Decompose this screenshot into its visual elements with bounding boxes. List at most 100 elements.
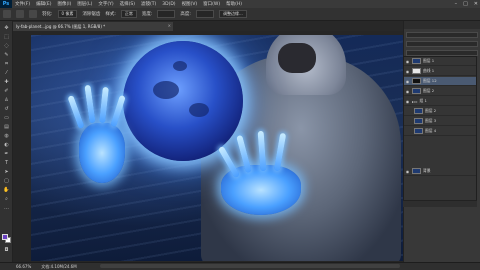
- visibility-eye-icon[interactable]: ◉: [405, 99, 410, 104]
- menu-edit[interactable]: 编辑(E): [33, 1, 54, 7]
- style-label: 样式:: [105, 12, 116, 17]
- blend-mode-select[interactable]: [406, 32, 478, 38]
- document-image[interactable]: [31, 35, 405, 261]
- close-icon[interactable]: ✕: [474, 1, 478, 7]
- clone-stamp-icon[interactable]: ♙: [3, 97, 10, 103]
- layer-thumbnail: [414, 128, 423, 134]
- layer-row[interactable]: ◉ 图层 1: [404, 57, 476, 66]
- eraser-icon[interactable]: ▭: [3, 115, 10, 121]
- visibility-eye-icon[interactable]: ◉: [405, 89, 410, 94]
- hand-icon[interactable]: ✋: [3, 187, 10, 193]
- horizontal-scrollbar[interactable]: [100, 264, 400, 268]
- layer-row[interactable]: ◉ 背景: [404, 167, 476, 176]
- planet-crater: [173, 61, 187, 71]
- quick-select-icon[interactable]: ✎: [3, 52, 10, 58]
- document-tab[interactable]: ly-fab-planet...jpg @ 66.7% (图层 1, RGB/8…: [13, 22, 173, 31]
- layer-name: 背景: [423, 168, 431, 173]
- layer-name: 图层 4: [425, 128, 437, 133]
- dodge-icon[interactable]: ◐: [3, 142, 10, 148]
- layer-row-selected[interactable]: ◉ 图层 12: [404, 77, 476, 86]
- face-shadow: [278, 43, 316, 73]
- photoshop-logo: Ps: [0, 0, 12, 8]
- layer-row[interactable]: 图层 4: [404, 127, 476, 136]
- menu-type[interactable]: 文字(Y): [95, 1, 116, 7]
- refine-edge-button[interactable]: 调整边缘...: [218, 10, 247, 18]
- document-tab-title: ly-fab-planet...jpg @ 66.7% (图层 1, RGB/8…: [16, 24, 106, 29]
- shape-icon[interactable]: ▢: [3, 178, 10, 184]
- glowing-planet: [123, 41, 243, 161]
- canvas-area[interactable]: [13, 31, 405, 262]
- minimize-icon[interactable]: –: [455, 1, 458, 7]
- layer-row[interactable]: 图层 3: [404, 117, 476, 126]
- layer-row[interactable]: ◉ 曲线 1: [404, 67, 476, 76]
- blur-icon[interactable]: ◍: [3, 133, 10, 139]
- planet-crater: [153, 81, 179, 99]
- layer-name: 组 1: [419, 98, 427, 103]
- layer-row[interactable]: 图层 2: [404, 107, 476, 116]
- visibility-eye-icon[interactable]: ◉: [405, 69, 410, 74]
- menu-filter[interactable]: 滤镜(T): [138, 1, 159, 7]
- layers-footer-toolbar: [403, 200, 477, 207]
- layer-thumbnail: [412, 68, 421, 74]
- menu-help[interactable]: 帮助(H): [223, 1, 245, 7]
- move-tool-icon[interactable]: ✥: [3, 25, 10, 31]
- menu-layer[interactable]: 图层(L): [74, 1, 95, 7]
- height-label: 高度:: [180, 12, 191, 17]
- options-bar: 羽化: 0 像素 消除锯齿 样式: 正常 宽度: 高度: 调整边缘...: [0, 8, 480, 21]
- feather-input[interactable]: 0 像素: [57, 10, 78, 18]
- menu-select[interactable]: 选择(S): [117, 1, 138, 7]
- new-selection-icon[interactable]: [16, 10, 24, 18]
- menu-view[interactable]: 视图(V): [179, 1, 201, 7]
- type-icon[interactable]: T: [3, 160, 10, 166]
- lasso-icon[interactable]: ◌: [3, 43, 10, 49]
- document-tab-bar: ly-fab-planet...jpg @ 66.7% (图层 1, RGB/8…: [13, 21, 403, 31]
- crop-icon[interactable]: ⌗: [3, 61, 10, 67]
- layer-name: 图层 1: [423, 58, 435, 63]
- layer-thumbnail: [412, 58, 421, 64]
- visibility-eye-icon[interactable]: ◉: [405, 169, 410, 174]
- feather-label: 羽化:: [42, 12, 53, 17]
- add-selection-icon[interactable]: [29, 10, 37, 18]
- layer-thumbnail: [414, 108, 423, 114]
- foreground-color-swatch[interactable]: [2, 234, 8, 240]
- menu-file[interactable]: 文件(F): [12, 1, 33, 7]
- layer-row[interactable]: ◉ 图层 2: [404, 87, 476, 96]
- style-select[interactable]: 正常: [120, 10, 137, 18]
- folder-icon: ▸▭: [412, 98, 418, 104]
- left-glowing-hand: [79, 123, 125, 183]
- pen-icon[interactable]: ✒: [3, 151, 10, 157]
- zoom-level[interactable]: 66.67%: [16, 264, 31, 269]
- menu-window[interactable]: 窗口(W): [200, 1, 223, 7]
- more-tools-icon[interactable]: …: [3, 205, 10, 211]
- maximize-icon[interactable]: □: [463, 1, 468, 7]
- layer-name: 图层 2: [423, 88, 435, 93]
- planet-crater: [189, 103, 209, 117]
- window-controls: – □ ✕: [455, 0, 478, 8]
- width-input[interactable]: [157, 10, 176, 18]
- menu-3d[interactable]: 3D(D): [159, 2, 178, 7]
- marquee-tool-icon[interactable]: [3, 10, 11, 18]
- menu-image[interactable]: 图像(I): [54, 1, 74, 7]
- path-select-icon[interactable]: ➤: [3, 169, 10, 175]
- layer-group-row[interactable]: ◉ ▸▭ 组 1: [404, 97, 476, 106]
- zoom-icon[interactable]: ⌕: [3, 196, 10, 202]
- tab-close-icon[interactable]: ×: [168, 23, 171, 28]
- gradient-icon[interactable]: ▤: [3, 124, 10, 130]
- marquee-icon[interactable]: ⬚: [3, 34, 10, 40]
- visibility-eye-icon[interactable]: ◉: [405, 59, 410, 64]
- layer-thumbnail: [412, 78, 421, 84]
- eyedropper-icon[interactable]: ⁄: [3, 70, 10, 76]
- quick-mask-icon[interactable]: ◘: [3, 247, 10, 253]
- layer-name: 图层 3: [425, 118, 437, 123]
- layer-name: 图层 12: [423, 78, 437, 83]
- width-label: 宽度:: [141, 12, 153, 17]
- visibility-eye-icon[interactable]: ◉: [405, 79, 410, 84]
- brush-icon[interactable]: ✐: [3, 88, 10, 94]
- history-brush-icon[interactable]: ↺: [3, 106, 10, 112]
- document-size: 文档:4.10M/24.6M: [41, 263, 77, 269]
- healing-brush-icon[interactable]: ✚: [3, 79, 10, 85]
- height-input[interactable]: [195, 10, 214, 18]
- antialias-label[interactable]: 消除锯齿: [82, 11, 100, 17]
- opacity-input[interactable]: [406, 41, 478, 47]
- layers-panel: ◉ 图层 1 ◉ 曲线 1 ◉ 图层 12 ◉ 图层 2 ◉ ▸▭ 组 1 图层…: [403, 56, 477, 206]
